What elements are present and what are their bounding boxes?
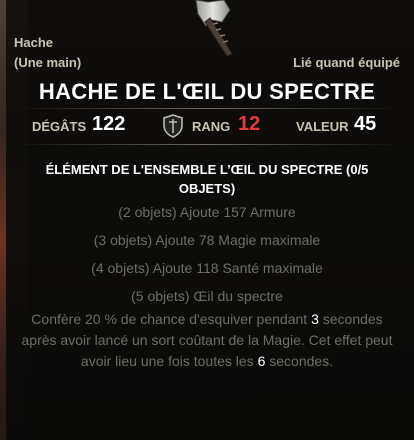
stats-row: DÉGÂTS 122 RANG 12 VALEUR 45 <box>0 111 414 141</box>
item-type: Hache <box>14 35 54 50</box>
damage-label: DÉGÂTS <box>32 119 87 134</box>
divider-bottom <box>14 144 400 145</box>
set-title: ÉLÉMENT DE L'ENSEMBLE L’ŒIL DU SPECTRE (… <box>45 162 369 196</box>
rank-label: RANG <box>192 119 231 134</box>
value-value: 45 <box>354 113 377 135</box>
desc-text-1: Confère 20 % de chance d'esquiver pendan… <box>31 311 312 327</box>
item-bind-status: Lié quand équipé <box>293 55 400 70</box>
set-bonus-4: (4 objets) Ajoute 118 Santé maximale <box>91 260 323 276</box>
damage-value: 122 <box>92 113 126 135</box>
set-bonus-5: (5 objets) Œil du spectre <box>131 288 283 304</box>
rank-value: 12 <box>238 113 261 135</box>
item-name: HACHE DE L'ŒIL DU SPECTRE <box>38 79 376 104</box>
desc-number-1: 3 <box>311 311 319 327</box>
shield-icon <box>163 114 183 138</box>
divider-top <box>14 108 400 109</box>
value-label: VALEUR <box>296 119 349 134</box>
desc-text-3: secondes. <box>265 353 334 369</box>
set-bonus-3: (3 objets) Ajoute 78 Magie maximale <box>93 232 321 248</box>
set-bonus-description: Confère 20 % de chance d'esquiver pendan… <box>20 309 394 372</box>
item-hand: (Une main) <box>14 55 82 70</box>
set-bonus-2: (2 objets) Ajoute 157 Armure <box>118 204 296 220</box>
axe-icon <box>195 0 233 56</box>
